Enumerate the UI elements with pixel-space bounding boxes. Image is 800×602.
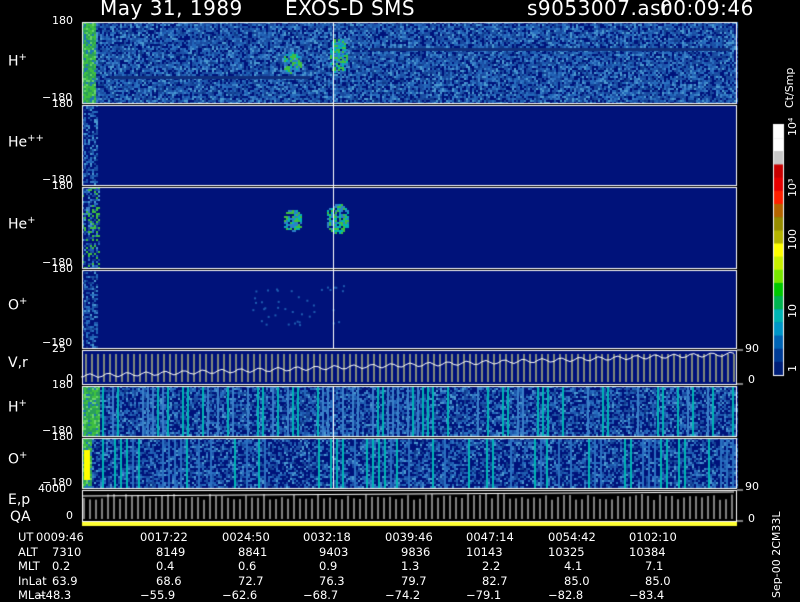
ut-cell: 7.1 [645,559,664,573]
header-time: 00:09:46 [660,0,754,20]
ep-right-top: 90 [745,480,759,493]
ut-cell: 0054:42 [548,530,596,544]
ut-cell: 8149 [156,544,186,559]
ut-cell: 0017:22 [140,530,188,544]
ut-cell: 0102:10 [629,530,677,544]
ut-row-alt: ALT 7310 8149 8841 9403 9836 10143 10325 10384 [0,545,780,559]
ut-cell: 0009:46 [36,530,84,544]
ut-row-name: MLT [18,559,40,573]
panel-label-4: V,r [8,355,28,371]
ut-cell: 63.9 [52,573,78,588]
panel-ytick-top-1: 180 [52,97,73,110]
ut-cell: 0.2 [52,559,71,573]
ut-cell: 2.2 [482,559,501,573]
panel-label-0: H+ [8,52,27,70]
ut-row-name: InLat [18,573,47,588]
colorbar-tick-0: 10⁴ [786,117,799,136]
panel-ytick-top-2: 180 [52,179,73,192]
colorbar-tick-4: 1 [786,365,799,372]
panel-label-6: O+ [8,450,28,468]
panel-ytick-top-5: 180 [52,378,73,391]
panel-label-2: He+ [8,215,36,233]
ut-cell: 1.3 [401,559,420,573]
ut-row-name: UT [18,530,34,544]
ut-cell: 8841 [238,544,268,559]
ut-cell: 0.9 [319,559,338,573]
ut-cell: 72.7 [238,573,264,588]
panel-ytick-top-0: 180 [52,14,73,27]
panel-ytick-top-6: 180 [52,430,73,443]
header-file: s9053007.asr [527,0,670,20]
vr-right-bottom: 0 [748,373,755,386]
ut-cell: 10325 [548,544,585,559]
ut-cell: 10384 [629,544,666,559]
ut-row-ut: UT 0009:46 0017:22 0024:50 0032:18 0039:46 004… [0,530,780,544]
header-date: May 31, 1989 [100,0,243,20]
colorbar-tick-2: 100 [786,229,799,250]
ut-cell: 10143 [466,544,503,559]
ut-cell: 0.4 [156,559,175,573]
ut-cell: 79.7 [401,573,427,588]
panel-ytick-bottom-7: 0 [66,509,73,522]
ut-cell: 0.6 [238,559,257,573]
ut-cell: 68.6 [156,573,182,588]
panel-ytick-top-3: 180 [52,262,73,275]
panel-label-3: O+ [8,296,28,314]
spectrogram-canvas [0,0,800,600]
ut-cell: 76.3 [319,573,345,588]
ut-cell: 9836 [401,544,431,559]
ut-cell: 0024:50 [222,530,270,544]
ut-cell: 4.1 [564,559,583,573]
ut-cell: 85.0 [645,573,671,588]
ut-cell: 0047:14 [466,530,514,544]
qa-label: QA [10,509,31,525]
ut-row-mlt: MLT 0.2 0.4 0.6 0.9 1.3 2.2 4.1 7.1 [0,559,780,573]
panel-label-7: E,p [8,492,31,508]
ut-row-inlat: InLat 63.9 68.6 72.7 76.3 79.7 82.7 85.0 85.0 [0,574,780,588]
colorbar-unit: Ct/Smp [783,67,796,108]
header-instrument: EXOS-D SMS [285,0,416,20]
ut-row-name: ALT [18,544,38,559]
ut-cell: 0032:18 [303,530,351,544]
panel-label-5: H+ [8,398,27,416]
ep-right-bottom: 0 [748,512,755,525]
ut-cell: 82.7 [482,573,508,588]
panel-label-1: He++ [8,133,44,151]
ut-cell: 0039:46 [385,530,433,544]
ut-cell: 9403 [319,544,349,559]
vr-right-top: 90 [745,342,759,355]
panel-ytick-top-7: 4000 [38,482,66,495]
colorbar-tick-3: 10 [786,304,799,318]
ut-cell: 7310 [52,544,82,559]
ut-cell: 85.0 [564,573,590,588]
colorbar-tick-1: 10³ [786,178,799,197]
panel-ytick-top-4: 25 [52,342,66,355]
